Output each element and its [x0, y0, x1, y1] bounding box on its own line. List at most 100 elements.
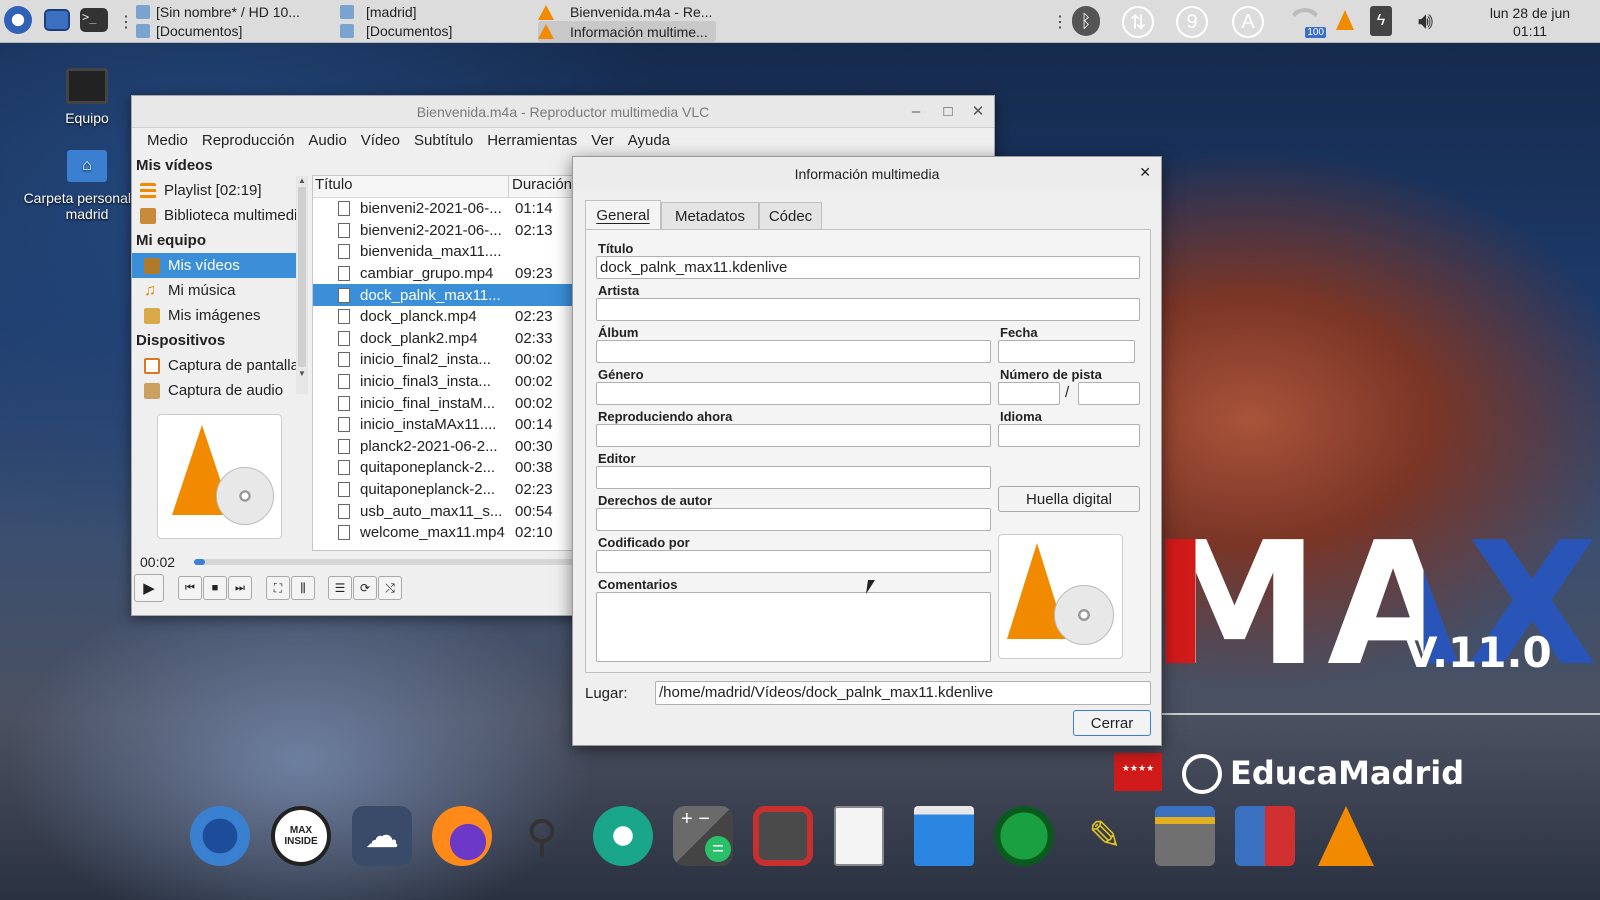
paint-brush-icon[interactable]: ✎	[1075, 806, 1135, 866]
close-button[interactable]: Cerrar	[1073, 710, 1151, 736]
track-separator: /	[1065, 384, 1070, 401]
close-icon[interactable]: ✕	[1139, 164, 1151, 181]
fecha-field[interactable]	[998, 340, 1135, 363]
green-app-icon[interactable]	[994, 806, 1054, 866]
menu-ver[interactable]: Ver	[584, 132, 621, 149]
vlc-sidebar: Mis vídeos Playlist [02:19] Biblioteca m…	[132, 153, 296, 408]
next-button[interactable]: ⏭	[228, 576, 252, 600]
scroll-up-icon[interactable]: ▲	[296, 176, 308, 185]
file-icon	[338, 460, 350, 476]
menu-video[interactable]: Vídeo	[354, 132, 407, 149]
sidebar-scrollbar[interactable]: ▲ ▼	[296, 176, 308, 394]
genero-field[interactable]	[596, 382, 991, 405]
vlc-tray-icon[interactable]	[1336, 10, 1354, 30]
calculator-icon[interactable]: + − =	[673, 806, 733, 866]
task-text-editor[interactable]: [Sin nombre* / HD 10...	[136, 2, 300, 22]
fullscreen-button[interactable]: ⛶	[266, 576, 290, 600]
encoded-by-field[interactable]	[596, 550, 991, 573]
menu-audio[interactable]: Audio	[301, 132, 353, 149]
show-desktop-icon[interactable]	[44, 9, 70, 31]
archive-icon[interactable]	[1155, 806, 1215, 866]
cover-art	[998, 534, 1123, 659]
editor-field[interactable]	[596, 466, 991, 489]
seek-bar[interactable]	[194, 559, 574, 565]
dialog-titlebar[interactable]: Información multimedia ✕	[573, 157, 1161, 190]
wifi-icon[interactable]: 100	[1284, 6, 1326, 38]
file-icon	[338, 374, 350, 390]
presentation-icon[interactable]	[1235, 806, 1295, 866]
previous-button[interactable]: ⏮	[178, 576, 202, 600]
scroll-down-icon[interactable]: ▼	[296, 369, 308, 378]
maximize-icon[interactable]: □	[938, 102, 958, 122]
sidebar-item-playlist[interactable]: Playlist [02:19]	[132, 178, 296, 203]
workspace-nine-icon[interactable]: 9	[1176, 6, 1208, 38]
extended-settings-button[interactable]: ⫼	[291, 576, 315, 600]
file-window-icon[interactable]	[914, 806, 974, 866]
vlc-dock-icon[interactable]	[1318, 806, 1374, 866]
cloud-icon[interactable]: ☁	[352, 806, 412, 866]
column-header-duration[interactable]: Duración	[509, 176, 572, 197]
label-editor: Editor	[598, 451, 636, 466]
location-field[interactable]: /home/madrid/Vídeos/dock_palnk_max11.kde…	[655, 681, 1151, 705]
task-vlc-player[interactable]: Bienvenida.m4a - Re...	[538, 2, 712, 22]
sidebar-item-my-images[interactable]: Mis imágenes	[132, 303, 296, 328]
copyright-field[interactable]	[596, 508, 991, 531]
clock[interactable]: lun 28 de jun 01:11	[1470, 4, 1590, 40]
minimize-icon[interactable]: –	[906, 102, 926, 122]
tab-metadatos[interactable]: Metadatos	[661, 202, 759, 230]
firefox-icon[interactable]	[432, 806, 492, 866]
task-file-manager-documents[interactable]: [Documentos]	[340, 21, 452, 41]
sidebar-item-library[interactable]: Biblioteca multimedia	[132, 203, 296, 228]
music-note-icon: ♫	[144, 281, 156, 299]
stop-icon: ■	[211, 582, 219, 594]
scroll-thumb[interactable]	[298, 187, 306, 367]
playlist-toggle-button[interactable]: ☰	[328, 576, 352, 600]
artista-field[interactable]	[596, 298, 1140, 321]
fingerprint-button[interactable]: Huella digital	[998, 486, 1140, 512]
close-icon[interactable]: ✕	[968, 102, 988, 122]
task-text-editor-folder[interactable]: [Documentos]	[136, 21, 242, 41]
keyboard-layout-icon[interactable]: A	[1232, 6, 1264, 38]
max-launcher-icon[interactable]	[190, 806, 250, 866]
menu-ayuda[interactable]: Ayuda	[621, 132, 677, 149]
playlist-toggle-icon: ☰	[334, 581, 346, 595]
volume-icon[interactable]: 🔊︎	[1418, 8, 1433, 36]
screen-recorder-icon[interactable]	[753, 806, 813, 866]
max-inside-icon[interactable]: MAX INSIDE	[271, 806, 331, 866]
task-file-manager[interactable]: [madrid]	[340, 2, 417, 22]
general-panel: Título dock_palnk_max11.kdenlive Artista…	[585, 229, 1151, 673]
sidebar-item-my-videos[interactable]: Mis vídeos	[132, 253, 296, 278]
menu-medio[interactable]: Medio	[140, 132, 195, 149]
idioma-field[interactable]	[998, 424, 1140, 447]
stop-button[interactable]: ■	[203, 576, 227, 600]
sidebar-item-screen-capture[interactable]: Captura de pantalla	[132, 353, 296, 378]
titulo-field[interactable]: dock_palnk_max11.kdenlive	[596, 256, 1140, 279]
menu-subtitulo[interactable]: Subtítulo	[407, 132, 480, 149]
column-header-title[interactable]: Título	[313, 176, 509, 197]
menu-herramientas[interactable]: Herramientas	[480, 132, 584, 149]
tab-codec[interactable]: Códec	[759, 202, 822, 230]
desktop-icon-computer[interactable]: Equipo	[27, 68, 147, 126]
loop-button[interactable]: ⟳	[353, 576, 377, 600]
sidebar-item-my-music[interactable]: ♫ Mi música	[132, 278, 296, 303]
vlc-titlebar[interactable]: Bienvenida.m4a - Reproductor multimedia …	[132, 96, 994, 128]
comments-field[interactable]	[596, 592, 991, 662]
track-number-field[interactable]	[998, 382, 1060, 405]
now-playing-field[interactable]	[596, 424, 991, 447]
sidebar-item-audio-capture[interactable]: Captura de audio	[132, 378, 296, 403]
menu-reproduccion[interactable]: Reproducción	[195, 132, 302, 149]
text-editor-icon[interactable]	[834, 806, 884, 866]
update-icon[interactable]: ⇅	[1122, 6, 1154, 38]
tab-general[interactable]: General	[585, 200, 661, 230]
camera-shutter-icon[interactable]	[593, 806, 653, 866]
max-menu-icon[interactable]	[4, 6, 32, 34]
task-media-info[interactable]: Información multime...	[538, 21, 716, 42]
terminal-icon[interactable]: >_	[80, 8, 108, 32]
play-button[interactable]: ▶	[134, 574, 164, 602]
search-icon[interactable]: ⚲	[512, 806, 572, 866]
shuffle-button[interactable]: ⤭	[378, 576, 402, 600]
bluetooth-icon[interactable]: ᛒ	[1072, 6, 1100, 36]
album-field[interactable]	[596, 340, 991, 363]
battery-charging-icon[interactable]: ϟ	[1370, 6, 1392, 36]
track-total-field[interactable]	[1078, 382, 1140, 405]
